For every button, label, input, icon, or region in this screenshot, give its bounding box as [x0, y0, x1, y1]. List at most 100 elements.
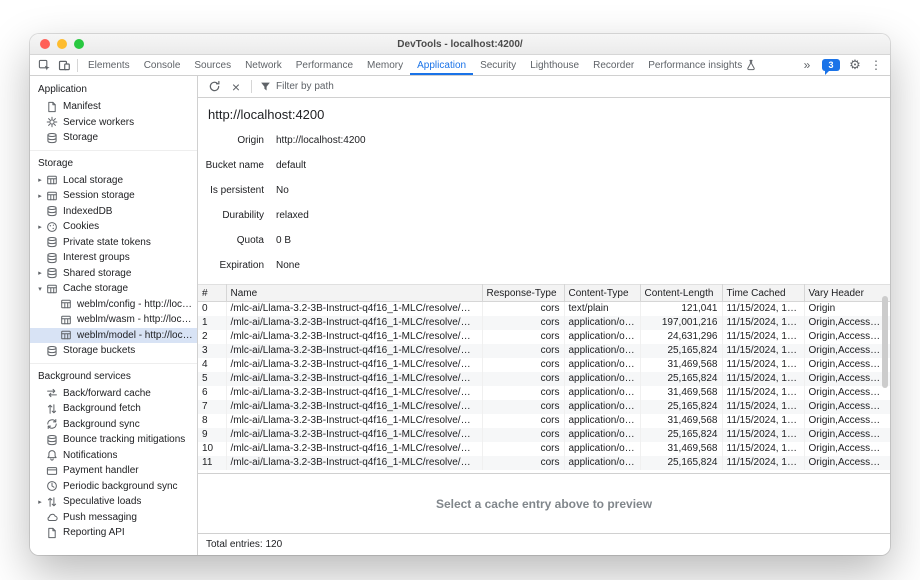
sidebar-item-service-workers[interactable]: Service workers	[30, 115, 197, 131]
tab-memory[interactable]: Memory	[360, 55, 410, 75]
sidebar-item-weblm-config-http-loc[interactable]: weblm/config - http://loc…	[30, 297, 197, 313]
sidebar-item-back-forward-cache[interactable]: Back/forward cache	[30, 386, 197, 402]
cell-content-length: 197,001,216	[640, 316, 722, 330]
db-icon	[45, 205, 58, 217]
table-scrollbar-thumb[interactable]	[882, 296, 888, 388]
column-header-index[interactable]: #	[198, 285, 226, 302]
chevron-right-icon[interactable]: ▸	[35, 498, 45, 506]
delete-selected-icon[interactable]: ×	[226, 78, 246, 96]
cache-entry-row[interactable]: 1/mlc-ai/Llama-3.2-3B-Instruct-q4f16_1-M…	[198, 316, 890, 330]
sidebar-item-background-sync[interactable]: Background sync	[30, 417, 197, 433]
sidebar-item-payment-handler[interactable]: Payment handler	[30, 463, 197, 479]
tab-label: Console	[144, 60, 181, 71]
tab-performance[interactable]: Performance	[289, 55, 360, 75]
tab-recorder[interactable]: Recorder	[586, 55, 641, 75]
sidebar-item-indexeddb[interactable]: IndexedDB	[30, 204, 197, 220]
sidebar-item-push-messaging[interactable]: Push messaging	[30, 510, 197, 526]
device-toolbar-icon[interactable]	[54, 56, 74, 74]
sidebar-item-label: weblm/wasm - http://loca…	[77, 314, 193, 325]
cache-entry-row[interactable]: 4/mlc-ai/Llama-3.2-3B-Instruct-q4f16_1-M…	[198, 358, 890, 372]
tab-application[interactable]: Application	[410, 55, 473, 75]
cell-index: 6	[198, 386, 226, 400]
sidebar-item-cookies[interactable]: ▸Cookies	[30, 219, 197, 235]
sidebar-item-bounce-tracking-mitigations[interactable]: Bounce tracking mitigations	[30, 432, 197, 448]
cache-entry-row[interactable]: 5/mlc-ai/Llama-3.2-3B-Instruct-q4f16_1-M…	[198, 372, 890, 386]
inspect-element-icon[interactable]	[34, 56, 54, 74]
sidebar-item-private-state-tokens[interactable]: Private state tokens	[30, 235, 197, 251]
column-header-response-type[interactable]: Response-Type	[482, 285, 564, 302]
cell-vary-header: Origin,Access…	[804, 428, 890, 442]
tab-label: Memory	[367, 60, 403, 71]
column-header-content-type[interactable]: Content-Type	[564, 285, 640, 302]
sidebar-item-interest-groups[interactable]: Interest groups	[30, 250, 197, 266]
cell-index: 4	[198, 358, 226, 372]
sidebar-item-shared-storage[interactable]: ▸Shared storage	[30, 266, 197, 282]
settings-gear-icon[interactable]: ⚙	[845, 56, 865, 74]
cell-content-type: application/oc…	[564, 414, 640, 428]
column-header-time-cached[interactable]: Time Cached	[722, 285, 804, 302]
cell-index: 7	[198, 400, 226, 414]
cache-entry-row[interactable]: 6/mlc-ai/Llama-3.2-3B-Instruct-q4f16_1-M…	[198, 386, 890, 400]
tab-lighthouse[interactable]: Lighthouse	[523, 55, 586, 75]
cache-entry-row[interactable]: 2/mlc-ai/Llama-3.2-3B-Instruct-q4f16_1-M…	[198, 330, 890, 344]
cache-entry-row[interactable]: 0/mlc-ai/Llama-3.2-3B-Instruct-q4f16_1-M…	[198, 302, 890, 316]
sidebar-item-storage[interactable]: Storage	[30, 130, 197, 146]
tab-console[interactable]: Console	[137, 55, 188, 75]
cell-vary-header: Origin,Access…	[804, 358, 890, 372]
toolbar-divider	[251, 80, 252, 93]
cache-entry-row[interactable]: 9/mlc-ai/Llama-3.2-3B-Instruct-q4f16_1-M…	[198, 428, 890, 442]
column-header-vary-header[interactable]: Vary Header	[804, 285, 890, 302]
sidebar-item-manifest[interactable]: Manifest	[30, 99, 197, 115]
sidebar-item-local-storage[interactable]: ▸Local storage	[30, 173, 197, 189]
kebab-menu-icon[interactable]: ⋮	[866, 56, 886, 74]
cell-vary-header: Origin	[804, 302, 890, 316]
chevron-right-icon[interactable]: ▸	[35, 176, 45, 184]
cache-entry-row[interactable]: 8/mlc-ai/Llama-3.2-3B-Instruct-q4f16_1-M…	[198, 414, 890, 428]
cell-time-cached: 11/15/2024, 10…	[722, 358, 804, 372]
tab-performance-insights[interactable]: Performance insights	[641, 55, 764, 75]
cache-entry-row[interactable]: 10/mlc-ai/Llama-3.2-3B-Instruct-q4f16_1-…	[198, 442, 890, 456]
cell-content-type: application/oc…	[564, 344, 640, 358]
column-header-content-length[interactable]: Content-Length	[640, 285, 722, 302]
sidebar-item-cache-storage[interactable]: ▾ Cache storage	[30, 281, 197, 297]
cache-entry-row[interactable]: 11/mlc-ai/Llama-3.2-3B-Instruct-q4f16_1-…	[198, 456, 890, 470]
filter-by-path-input[interactable]	[276, 81, 496, 92]
tab-elements[interactable]: Elements	[81, 55, 137, 75]
cell-response-type: cors	[482, 386, 564, 400]
sidebar-item-reporting-api[interactable]: Reporting API	[30, 525, 197, 541]
sidebar-item-speculative-loads[interactable]: ▸Speculative loads	[30, 494, 197, 510]
tab-sources[interactable]: Sources	[187, 55, 238, 75]
tab-security[interactable]: Security	[473, 55, 523, 75]
sidebar-item-background-fetch[interactable]: Background fetch	[30, 401, 197, 417]
maximize-window-button[interactable]	[74, 39, 84, 49]
tab-label: Elements	[88, 60, 130, 71]
more-tabs-button[interactable]: »	[797, 56, 817, 74]
sidebar-item-label: Service workers	[63, 117, 134, 128]
refresh-icon[interactable]	[204, 78, 224, 96]
sidebar-item-weblm-wasm-http-loca[interactable]: weblm/wasm - http://loca…	[30, 312, 197, 328]
chevron-right-icon[interactable]: ▸	[35, 192, 45, 200]
cell-index: 8	[198, 414, 226, 428]
sidebar-item-weblm-model-http-loc[interactable]: weblm/model - http://loc…	[30, 328, 197, 344]
close-window-button[interactable]	[40, 39, 50, 49]
sidebar-item-storage-buckets[interactable]: Storage buckets	[30, 343, 197, 359]
cache-entry-row[interactable]: 7/mlc-ai/Llama-3.2-3B-Instruct-q4f16_1-M…	[198, 400, 890, 414]
swap-icon	[45, 387, 58, 399]
window-titlebar[interactable]: DevTools - localhost:4200/	[30, 34, 890, 55]
sidebar-section-title-application: Application	[30, 77, 197, 99]
sidebar-item-label: Cache storage	[63, 283, 128, 294]
chevron-right-icon[interactable]: ▸	[35, 223, 45, 231]
grid-icon	[45, 190, 58, 202]
cache-entry-row[interactable]: 3/mlc-ai/Llama-3.2-3B-Instruct-q4f16_1-M…	[198, 344, 890, 358]
tab-network[interactable]: Network	[238, 55, 289, 75]
tab-label: Recorder	[593, 60, 634, 71]
chevron-down-icon[interactable]: ▾	[35, 285, 45, 293]
sidebar-item-label: Bounce tracking mitigations	[63, 434, 185, 445]
column-header-name[interactable]: Name	[226, 285, 482, 302]
console-messages-badge[interactable]: 3	[822, 59, 840, 71]
sidebar-item-notifications[interactable]: Notifications	[30, 448, 197, 464]
sidebar-item-session-storage[interactable]: ▸Session storage	[30, 188, 197, 204]
minimize-window-button[interactable]	[57, 39, 67, 49]
chevron-right-icon[interactable]: ▸	[35, 269, 45, 277]
sidebar-item-periodic-background-sync[interactable]: Periodic background sync	[30, 479, 197, 495]
